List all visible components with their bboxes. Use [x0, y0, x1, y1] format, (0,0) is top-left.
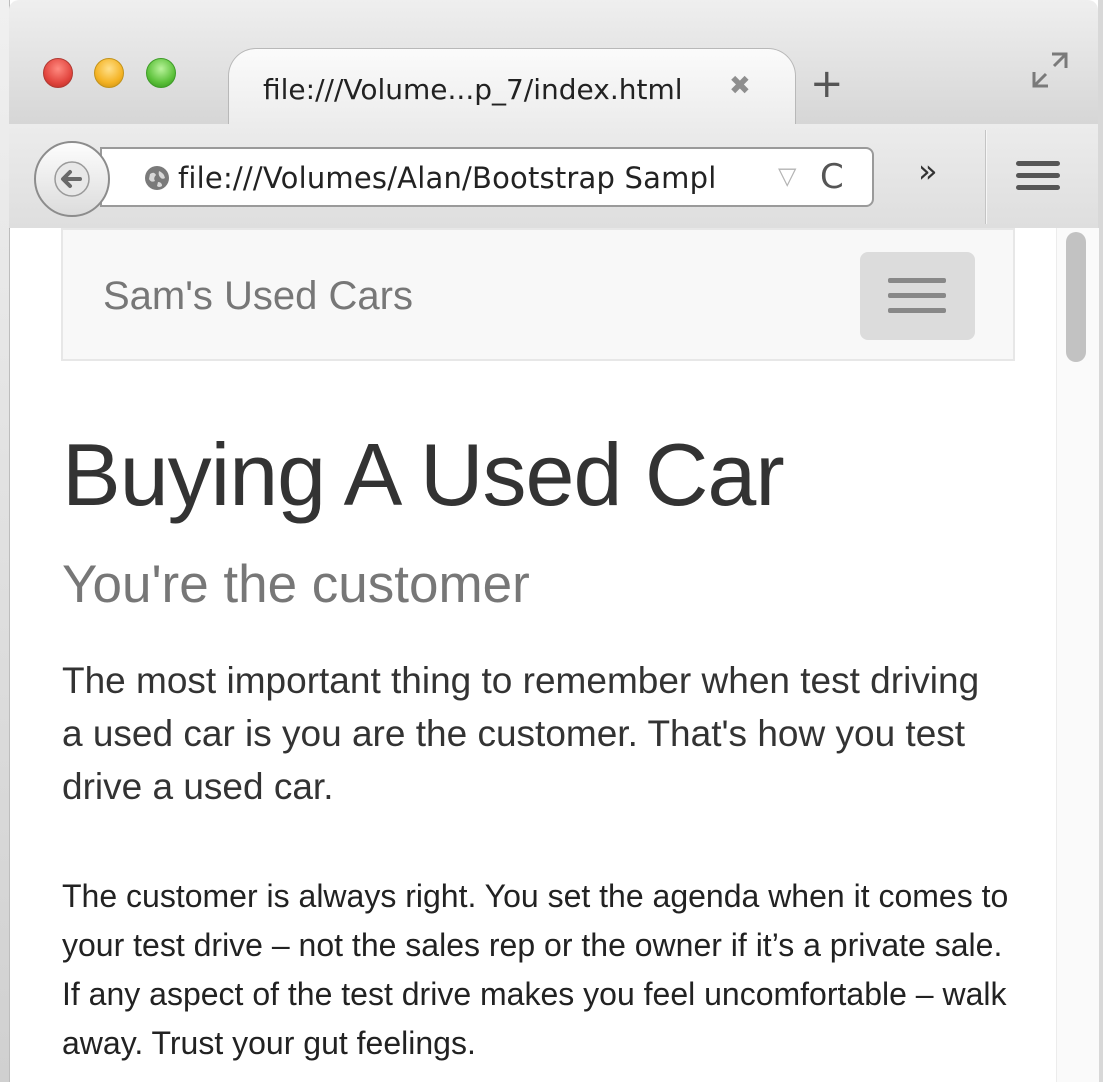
globe-icon: [145, 166, 169, 190]
lead-paragraph: The most important thing to remember whe…: [62, 660, 980, 807]
navbar-toggle-button[interactable]: [860, 252, 975, 340]
back-button[interactable]: [34, 141, 110, 217]
page-subtitle: You're the customer: [62, 555, 530, 614]
body-paragraph: The customer is always right. You set th…: [62, 878, 1009, 1061]
browser-window: file:///Volume...p_7/index.html ✖ + file…: [0, 0, 1103, 1082]
close-window-button[interactable]: [43, 58, 73, 88]
menu-icon[interactable]: [1016, 161, 1060, 195]
minimize-window-button[interactable]: [94, 58, 124, 88]
reload-icon[interactable]: C: [820, 157, 844, 197]
navbar-brand[interactable]: Sam's Used Cars: [103, 274, 413, 319]
page-content: Sam's Used Cars Buying A Used Car You're…: [10, 228, 1056, 1082]
new-tab-button[interactable]: +: [810, 64, 844, 104]
page-title: Buying A Used Car: [62, 425, 785, 524]
url-bar[interactable]: file:///Volumes/Alan/Bootstrap Sampl ▽ C: [100, 147, 874, 207]
tab-close-icon[interactable]: ✖: [729, 71, 751, 101]
hamburger-icon-bar: [888, 308, 946, 313]
scrollbar-thumb[interactable]: [1066, 232, 1086, 362]
toolbar-overflow-icon[interactable]: »: [918, 152, 938, 190]
maximize-window-button[interactable]: [146, 58, 176, 88]
hamburger-icon-bar: [888, 293, 946, 298]
tab-title: file:///Volume...p_7/index.html: [263, 73, 683, 106]
toolbar-separator: [985, 130, 986, 224]
browser-tab[interactable]: file:///Volume...p_7/index.html ✖: [228, 48, 796, 125]
hamburger-icon-bar: [888, 278, 946, 283]
fullscreen-icon[interactable]: [1030, 50, 1070, 90]
url-history-dropdown-icon[interactable]: ▽: [778, 162, 796, 190]
back-arrow-icon: [54, 161, 90, 197]
site-navbar: Sam's Used Cars: [61, 228, 1015, 361]
url-text[interactable]: file:///Volumes/Alan/Bootstrap Sampl: [178, 161, 716, 195]
